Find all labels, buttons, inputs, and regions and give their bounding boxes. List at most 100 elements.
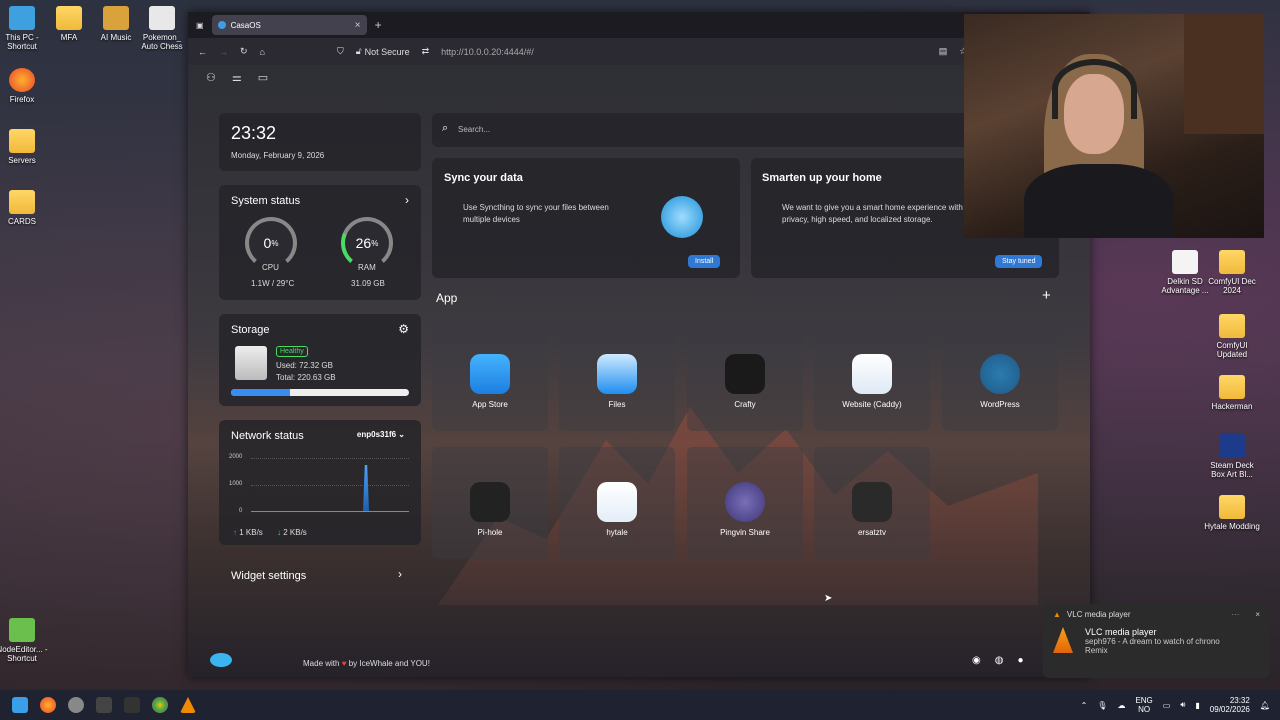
desktop-icon-hytale-modding[interactable]: Hytale Modding	[1204, 495, 1260, 531]
settings-sliders-icon[interactable]: ⚌	[232, 71, 242, 84]
volume-icon[interactable]: 🔊︎	[1180, 700, 1185, 710]
notification-header: ▲ VLC media player ··· ×	[1053, 610, 1260, 619]
tab-casaos[interactable]: CasaOS ×	[211, 15, 367, 35]
vlc-notification[interactable]: ▲ VLC media player ··· × VLC media playe…	[1043, 604, 1270, 678]
taskbar: ⌃ 🎙︎ ☁ ENG NO ▭ 🔊︎ ▮ 23:32 09/02/2026 🔔︎	[0, 690, 1280, 720]
discord-icon[interactable]: ◍	[995, 655, 1004, 666]
interface-select[interactable]: enp0s31f6 ⌄	[357, 430, 405, 439]
back-icon[interactable]: ←	[198, 47, 207, 57]
shield-icon[interactable]: ⛉	[337, 46, 344, 57]
app-tile-hytale[interactable]: hytale	[559, 447, 675, 559]
start-icon[interactable]	[12, 697, 28, 713]
taskbar-clock[interactable]: 23:32 09/02/2026	[1210, 696, 1250, 714]
chrome-taskbar-icon[interactable]	[152, 697, 168, 713]
close-notification-icon[interactable]: ×	[1255, 610, 1260, 619]
tray-chevron-up-icon[interactable]: ⌃	[1081, 701, 1088, 710]
chevron-right-icon[interactable]: ›	[405, 193, 409, 207]
top-toolbar: ⚇ ⚌ ▭	[206, 71, 268, 84]
app-label: App Store	[472, 400, 508, 409]
address-input[interactable]: http://10.0.0.20:4444/#/	[441, 47, 534, 57]
widget-settings-link[interactable]: Widget settings	[231, 570, 306, 582]
forward-icon[interactable]: →	[219, 47, 228, 57]
clock-date: Monday, February 9, 2026	[231, 151, 325, 160]
y-tick-2000: 2000	[229, 454, 243, 460]
close-tab-icon[interactable]: ×	[355, 20, 361, 31]
home-icon[interactable]: ⌂	[260, 47, 265, 57]
system-tray: ⌃ 🎙︎ ☁ ENG NO ▭ 🔊︎ ▮ 23:32 09/02/2026 🔔︎	[1081, 696, 1280, 714]
cpu-gauge: 0%	[245, 217, 297, 269]
clock-widget: 23:32 Monday, February 9, 2026	[219, 113, 421, 171]
desktop-icon-servers[interactable]: Servers	[0, 129, 50, 165]
github-icon[interactable]: ●	[1017, 655, 1023, 666]
app-tile-caddy[interactable]: Website (Caddy)	[814, 319, 930, 431]
firefox-taskbar-icon[interactable]	[40, 697, 56, 713]
more-options-icon[interactable]: ···	[1231, 610, 1239, 619]
desktop-icon-pokemon[interactable]: Pokemon_ Auto Chess	[134, 6, 190, 51]
gear-icon[interactable]: ⚙	[398, 322, 409, 336]
network-title: Network status	[231, 430, 304, 442]
footer-credit: Made with ♥ by IceWhale and YOU!	[303, 659, 430, 668]
app-taskbar-icon[interactable]	[96, 697, 112, 713]
tab-bar: ▣ CasaOS × +	[188, 12, 1090, 38]
app-tile-pi-hole[interactable]: Pi-hole	[432, 447, 548, 559]
syncthing-icon	[661, 196, 703, 238]
desktop-icon-comfyui-updated[interactable]: ComfyUI Updated	[1204, 314, 1260, 359]
notification-bell-icon[interactable]: 🔔︎	[1260, 701, 1270, 710]
apps-heading: App	[436, 291, 458, 305]
casaos-favicon-icon	[217, 21, 226, 29]
system-status-title: System status	[231, 195, 301, 207]
desktop-icon-label: ComfyUI Dec 2024	[1208, 277, 1256, 295]
app-tile-files[interactable]: Files	[559, 319, 675, 431]
desktop-icon-label: MFA	[60, 33, 78, 42]
obs-taskbar-icon[interactable]	[124, 697, 140, 713]
onedrive-icon[interactable]: ☁	[1117, 701, 1125, 710]
webcam-overlay	[964, 14, 1264, 238]
y-tick-1000: 1000	[229, 481, 243, 487]
hytale-icon	[597, 482, 637, 522]
add-app-icon[interactable]: +	[1042, 287, 1051, 304]
search-icon: ⌕	[442, 122, 449, 134]
desktop-icon-label: Servers	[8, 156, 36, 165]
desktop-icon-comfyui-dec[interactable]: ComfyUI Dec 2024	[1204, 250, 1260, 295]
microphone-icon[interactable]: 🎙︎	[1097, 701, 1107, 710]
notification-line2: Remix	[1085, 646, 1108, 655]
search-input[interactable]: Search...	[458, 125, 490, 134]
new-tab-icon[interactable]: +	[375, 18, 382, 32]
tab-title: CasaOS	[230, 20, 261, 30]
download-rate: ↓ 2 KB/s	[277, 528, 307, 537]
app-tile-pingvin-share[interactable]: Pingvin Share	[687, 447, 803, 559]
battery-icon[interactable]: ▮	[1195, 701, 1199, 710]
stay-tuned-button[interactable]: Stay tuned	[995, 255, 1043, 268]
caddy-icon	[852, 354, 892, 394]
app-tile-app-store[interactable]: App Store	[432, 319, 548, 431]
network-icon[interactable]: ▭	[1163, 701, 1171, 710]
tab-overview-icon[interactable]: ▣	[196, 21, 204, 30]
install-button[interactable]: Install	[688, 255, 721, 268]
chat-icon[interactable]: ◉	[972, 655, 981, 666]
app-label: ersatztv	[857, 528, 886, 537]
app-tile-crafty[interactable]: Crafty	[687, 319, 803, 431]
app-label: Crafty	[734, 400, 756, 409]
desktop-icon-cards[interactable]: CARDS	[0, 190, 50, 226]
account-icon[interactable]: ⚇	[206, 71, 216, 84]
vlc-taskbar-icon[interactable]	[180, 697, 196, 713]
vlc-small-icon: ▲	[1053, 610, 1061, 619]
app-tile-wordpress[interactable]: WordPress	[942, 319, 1058, 431]
desktop-icon-firefox[interactable]: Firefox	[0, 68, 50, 104]
ersatztv-icon	[852, 482, 892, 522]
reader-icon[interactable]: ▤	[939, 46, 948, 57]
language-indicator[interactable]: ENG NO	[1135, 696, 1152, 714]
pingvin-icon	[725, 482, 765, 522]
reload-icon[interactable]: ↻	[240, 46, 248, 57]
desktop-icon-steam-deck[interactable]: Steam Deck Box Art Bl...	[1204, 434, 1260, 479]
settings-taskbar-icon[interactable]	[68, 697, 84, 713]
terminal-icon[interactable]: ▭	[258, 71, 268, 84]
not-secure-indicator[interactable]: 🔓︎ Not Secure	[356, 46, 410, 57]
desktop-icon-hackerman[interactable]: Hackerman	[1204, 375, 1260, 411]
permissions-icon[interactable]: ⇄	[422, 46, 430, 57]
y-tick-0: 0	[239, 508, 243, 514]
app-tile-ersatztv[interactable]: ersatztv	[814, 447, 930, 559]
cpu-unit: %	[271, 238, 279, 248]
desktop-icon-nodeeditor[interactable]: NodeEditor... - Shortcut	[0, 618, 50, 663]
chevron-right-icon[interactable]: ›	[398, 567, 402, 581]
